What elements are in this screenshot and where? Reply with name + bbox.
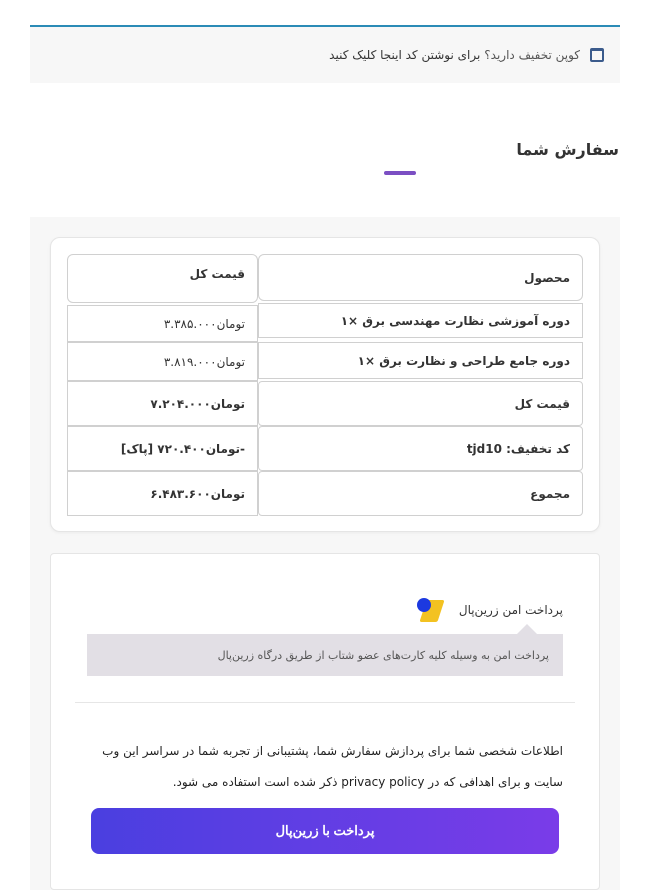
coupon-notice: کوپن تخفیف دارید؟ برای نوشتن کد اینجا کل… (30, 25, 620, 83)
privacy-policy-link[interactable]: privacy policy (341, 775, 424, 789)
discount-value[interactable]: -تومان۷۲۰.۴۰۰ [پاک] (67, 426, 258, 471)
privacy-notice: اطلاعات شخصی شما برای پردازش سفارش شما، … (87, 736, 563, 798)
description-pointer (517, 624, 537, 634)
zarinpal-logo-icon (416, 596, 445, 624)
grand-total-value: تومان۶.۴۸۳.۶۰۰ (67, 471, 258, 516)
page-title: سفارش شما (516, 140, 619, 159)
title-underline (384, 171, 416, 175)
subtotal-value: تومان۷.۲۰۴.۰۰۰ (67, 381, 258, 426)
window-icon (590, 48, 604, 62)
table-row-product-price: تومان۳.۳۸۵.۰۰۰ (67, 305, 258, 342)
subtotal-label: قیمت کل (258, 381, 583, 426)
payment-section: پرداخت امن زرین‌پال پرداخت امن به وسیله … (50, 553, 600, 890)
table-header-total: قیمت کل (67, 254, 258, 303)
grand-total-label: مجموع (258, 471, 583, 516)
table-row-product-name: دوره جامع طراحی و نظارت برق ×۱ (258, 342, 583, 379)
table-row-product-price: تومان۳.۸۱۹.۰۰۰ (67, 342, 258, 381)
privacy-text-after: ذکر شده است استفاده می شود. (172, 775, 342, 789)
payment-method-zarinpal[interactable]: پرداخت امن زرین‌پال (416, 596, 563, 624)
payment-method-description: پرداخت امن به وسیله کلیه کارت‌های عضو شت… (87, 634, 563, 676)
order-table: محصول قیمت کل دوره آموزشی نظارت مهندسی ب… (50, 237, 600, 532)
discount-label: کد تخفیف: tjd10 (258, 426, 583, 471)
order-review-area: محصول قیمت کل دوره آموزشی نظارت مهندسی ب… (30, 217, 620, 890)
place-order-button[interactable]: پرداخت با زرین‌پال (91, 808, 559, 854)
table-header-product: محصول (258, 254, 583, 301)
table-row-product-name: دوره آموزشی نظارت مهندسی برق ×۱ (258, 303, 583, 338)
coupon-question: کوپن تخفیف دارید؟ (484, 48, 580, 62)
coupon-link[interactable]: برای نوشتن کد اینجا کلیک کنید (329, 48, 480, 62)
payment-method-label: پرداخت امن زرین‌پال (458, 603, 563, 617)
divider (75, 702, 575, 703)
